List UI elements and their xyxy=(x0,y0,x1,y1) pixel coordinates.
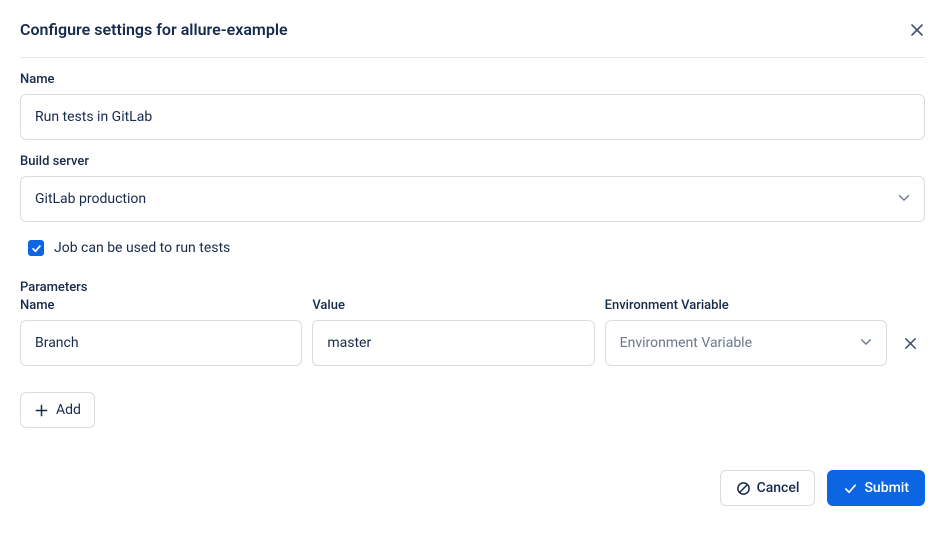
param-name-input[interactable] xyxy=(20,320,302,366)
plus-icon xyxy=(34,403,49,418)
cancel-button[interactable]: Cancel xyxy=(720,470,816,506)
name-group: Name xyxy=(20,72,925,140)
dialog-title: Configure settings for allure-example xyxy=(20,20,288,39)
cancel-icon xyxy=(736,481,751,496)
param-value-col: Value xyxy=(312,298,594,366)
parameters-title: Parameters xyxy=(20,280,925,295)
param-env-col: Environment Variable Environment Variabl… xyxy=(605,298,887,366)
close-button[interactable] xyxy=(909,22,925,38)
check-icon xyxy=(843,481,858,496)
name-input[interactable] xyxy=(20,94,925,140)
submit-button-label: Submit xyxy=(864,480,909,496)
job-checkbox[interactable] xyxy=(28,240,44,256)
job-checkbox-label: Job can be used to run tests xyxy=(54,240,230,256)
parameter-row: Name Value Environment Variable Environm… xyxy=(20,298,925,366)
dialog-header: Configure settings for allure-example xyxy=(20,20,925,58)
cancel-button-label: Cancel xyxy=(757,480,800,496)
add-button[interactable]: Add xyxy=(20,392,95,428)
param-env-label: Environment Variable xyxy=(605,298,887,313)
build-server-select[interactable]: GitLab production xyxy=(20,176,925,222)
submit-button[interactable]: Submit xyxy=(827,470,925,506)
close-icon xyxy=(909,22,925,38)
param-name-col: Name xyxy=(20,298,302,366)
build-server-label: Build server xyxy=(20,154,925,169)
check-icon xyxy=(31,243,42,254)
job-checkbox-row: Job can be used to run tests xyxy=(28,240,925,256)
build-server-group: Build server GitLab production xyxy=(20,154,925,222)
param-value-label: Value xyxy=(312,298,594,313)
param-name-label: Name xyxy=(20,298,302,313)
name-label: Name xyxy=(20,72,925,87)
param-env-select[interactable]: Environment Variable xyxy=(605,320,887,366)
param-delete-button[interactable] xyxy=(897,320,925,366)
close-icon xyxy=(903,336,918,351)
param-value-input[interactable] xyxy=(312,320,594,366)
add-button-label: Add xyxy=(56,402,81,418)
dialog-footer: Cancel Submit xyxy=(20,470,925,506)
